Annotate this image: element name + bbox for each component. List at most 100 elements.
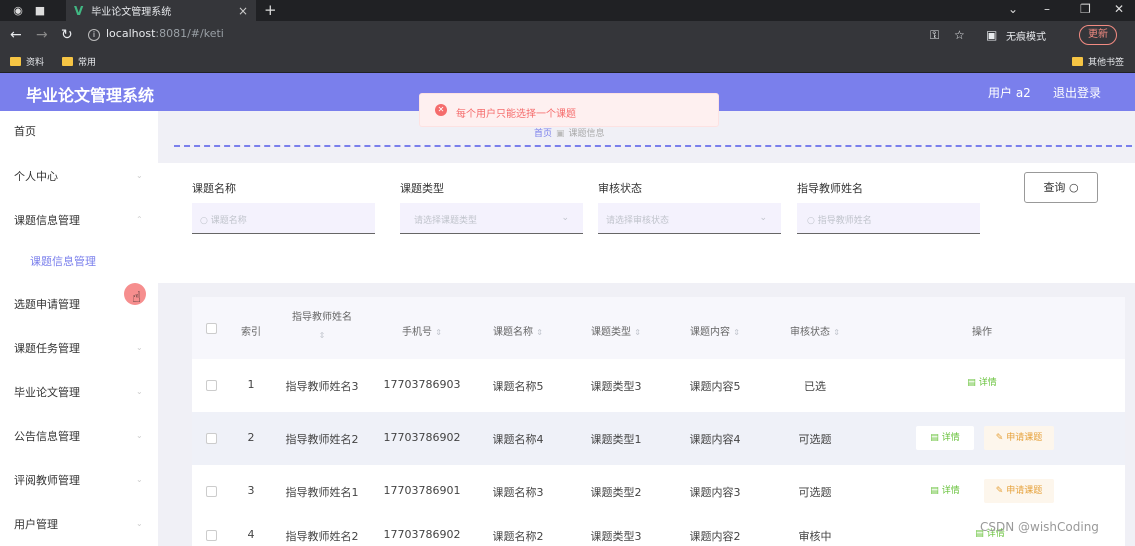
bookmark-folder[interactable]: 常用 xyxy=(62,55,96,68)
col-content[interactable]: 课题内容 ⇕ xyxy=(675,323,755,338)
app-title: 毕业论文管理系统 xyxy=(26,86,155,105)
close-window-icon[interactable]: ✕ xyxy=(1114,2,1124,16)
col-teacher[interactable]: 指导教师姓名 ⇕ xyxy=(282,309,362,345)
breadcrumb-current: 课题信息 xyxy=(568,129,605,139)
topic-type-label: 课题类型 xyxy=(400,182,444,195)
cell-teacher: 指导教师姓名1 xyxy=(285,486,359,499)
error-toast: ✕ 每个用户只能选择一个课题 xyxy=(419,93,719,127)
sidebar-item-users[interactable]: 用户管理 xyxy=(14,516,58,532)
new-tab-icon[interactable]: + xyxy=(264,1,277,19)
topic-table: 索引 指导教师姓名 ⇕ 手机号 ⇕ 课题名称 ⇕ 课题类型 ⇕ 课题内容 ⇕ 审核… xyxy=(192,297,1125,546)
cell-type: 课题类型3 xyxy=(590,380,642,393)
chevron-down-icon: ⌄ xyxy=(759,213,767,223)
back-icon[interactable]: ← xyxy=(10,27,22,43)
update-button[interactable]: 更新 xyxy=(1079,25,1117,45)
site-info-icon[interactable]: i xyxy=(88,29,100,41)
folder-icon xyxy=(10,57,21,66)
search-icon: ○ xyxy=(1068,181,1079,194)
cell-index: 3 xyxy=(247,484,255,497)
window-icon[interactable]: ■ xyxy=(30,0,50,21)
bookmarks-bar: 资料 常用 其他书签 xyxy=(0,51,1135,73)
topic-name-input[interactable]: ○ 课题名称 xyxy=(192,203,375,234)
topic-type-select[interactable]: 请选择课题类型 ⌄ xyxy=(400,203,583,234)
sidepanel-icon[interactable]: ▣ xyxy=(986,28,997,42)
col-phone[interactable]: 手机号 ⇕ xyxy=(382,323,462,338)
query-button[interactable]: 查询 ○ xyxy=(1024,172,1098,203)
tab-search-icon[interactable]: ⌄ xyxy=(1008,2,1018,16)
chevron-icon: ⌄ xyxy=(136,431,143,440)
browser-tab[interactable]: V 毕业论文管理系统 × xyxy=(66,0,256,21)
sidebar: 首页 个人中心 ⌄ 课题信息管理 ⌃ 课题信息管理 选题申请管理 课题任务管理 … xyxy=(0,111,158,546)
sort-icon[interactable]: ⇕ xyxy=(435,328,442,337)
chevron-icon: ⌄ xyxy=(136,343,143,352)
sidebar-item-topic-group[interactable]: 课题信息管理 xyxy=(14,212,80,228)
vue-icon: V xyxy=(74,3,84,18)
sidebar-item-thesis[interactable]: 毕业论文管理 xyxy=(14,384,80,400)
edit-icon: ✎ xyxy=(995,433,1004,443)
teacher-name-input[interactable]: ○ 指导教师姓名 xyxy=(797,203,980,234)
sort-icon[interactable]: ⇕ xyxy=(319,331,326,340)
tab-title: 毕业论文管理系统 xyxy=(91,7,172,18)
cell-type: 课题类型1 xyxy=(590,433,642,446)
col-index: 索引 xyxy=(241,327,261,338)
breadcrumb-home[interactable]: 首页 xyxy=(534,129,552,139)
sidebar-subitem-topic[interactable]: 课题信息管理 xyxy=(30,253,96,269)
row-checkbox[interactable] xyxy=(206,530,217,541)
table-row: 2 指导教师姓名2 17703786902 课题名称4 课题类型1 课题内容4 … xyxy=(192,412,1125,465)
bookmark-folder[interactable]: 资料 xyxy=(10,55,44,68)
sort-icon[interactable]: ⇕ xyxy=(634,328,641,337)
minimize-icon[interactable]: – xyxy=(1044,2,1050,16)
cell-name: 课题名称5 xyxy=(492,380,544,393)
cell-status: 可选题 xyxy=(798,486,832,499)
col-name[interactable]: 课题名称 ⇕ xyxy=(478,323,558,338)
chevron-icon: ⌄ xyxy=(136,171,143,180)
logout-link[interactable]: 退出登录 xyxy=(1053,84,1101,101)
breadcrumb: 首页 ▣ 课题信息 xyxy=(534,126,605,139)
chevron-icon: ⌄ xyxy=(136,387,143,396)
detail-button[interactable]: ▤ 详情 xyxy=(916,426,974,450)
col-type[interactable]: 课题类型 ⇕ xyxy=(576,323,656,338)
apply-topic-button[interactable]: ✎ 申请课题 xyxy=(984,479,1054,503)
row-checkbox[interactable] xyxy=(206,433,217,444)
review-status-select[interactable]: 请选择审核状态 ⌄ xyxy=(598,203,781,234)
incognito-label[interactable]: 无痕模式 xyxy=(1006,28,1046,43)
forward-icon[interactable]: → xyxy=(36,27,48,43)
chrome-icon[interactable]: ◉ xyxy=(8,0,28,21)
detail-icon: ▤ xyxy=(930,433,939,443)
reload-icon[interactable]: ↻ xyxy=(61,27,73,43)
apply-topic-button[interactable]: ✎ 申请课题 xyxy=(984,426,1054,450)
url-field[interactable]: i localhost:8081/#/keti xyxy=(88,27,224,41)
close-tab-icon[interactable]: × xyxy=(238,4,248,18)
sidebar-item-reviewer[interactable]: 评阅教师管理 xyxy=(14,472,80,488)
cell-phone: 17703786901 xyxy=(383,484,461,497)
toast-message: 每个用户只能选择一个课题 xyxy=(456,109,576,120)
restore-icon[interactable]: ❐ xyxy=(1080,2,1091,16)
edit-icon: ✎ xyxy=(995,486,1004,496)
sidebar-item-notice[interactable]: 公告信息管理 xyxy=(14,428,80,444)
sort-icon[interactable]: ⇕ xyxy=(833,328,840,337)
cell-content: 课题内容3 xyxy=(689,486,741,499)
user-label: 用户 a2 xyxy=(988,86,1031,100)
row-checkbox[interactable] xyxy=(206,486,217,497)
other-bookmarks[interactable]: 其他书签 xyxy=(1072,55,1124,68)
row-checkbox[interactable] xyxy=(206,380,217,391)
sidebar-item-selection[interactable]: 选题申请管理 xyxy=(14,296,80,312)
hand-cursor-icon: ☝ xyxy=(132,288,142,306)
col-ops: 操作 xyxy=(972,327,992,338)
sidebar-item-home[interactable]: 首页 xyxy=(14,123,36,139)
sort-icon[interactable]: ⇕ xyxy=(536,328,543,337)
error-icon: ✕ xyxy=(435,104,447,116)
main-content: 首页 ▣ 课题信息 课题名称 ○ 课题名称 课题类型 请选择课题类型 ⌄ 审核状态 请… xyxy=(158,111,1135,546)
cell-type: 课题类型2 xyxy=(590,486,642,499)
detail-button[interactable]: ▤ 详情 xyxy=(916,479,974,503)
star-icon[interactable]: ☆ xyxy=(954,28,965,42)
sidebar-item-task[interactable]: 课题任务管理 xyxy=(14,340,80,356)
key-icon[interactable]: ⚿ xyxy=(930,28,939,43)
cell-content: 课题内容5 xyxy=(689,380,741,393)
sort-icon[interactable]: ⇕ xyxy=(733,328,740,337)
sidebar-item-profile[interactable]: 个人中心 xyxy=(14,168,58,184)
search-panel: 课题名称 ○ 课题名称 课题类型 请选择课题类型 ⌄ 审核状态 请选择审核状态 ⌄ … xyxy=(158,163,1135,283)
detail-button[interactable]: ▤ 详情 xyxy=(954,371,1010,395)
select-all-checkbox[interactable] xyxy=(206,323,217,334)
col-status[interactable]: 审核状态 ⇕ xyxy=(775,323,855,338)
